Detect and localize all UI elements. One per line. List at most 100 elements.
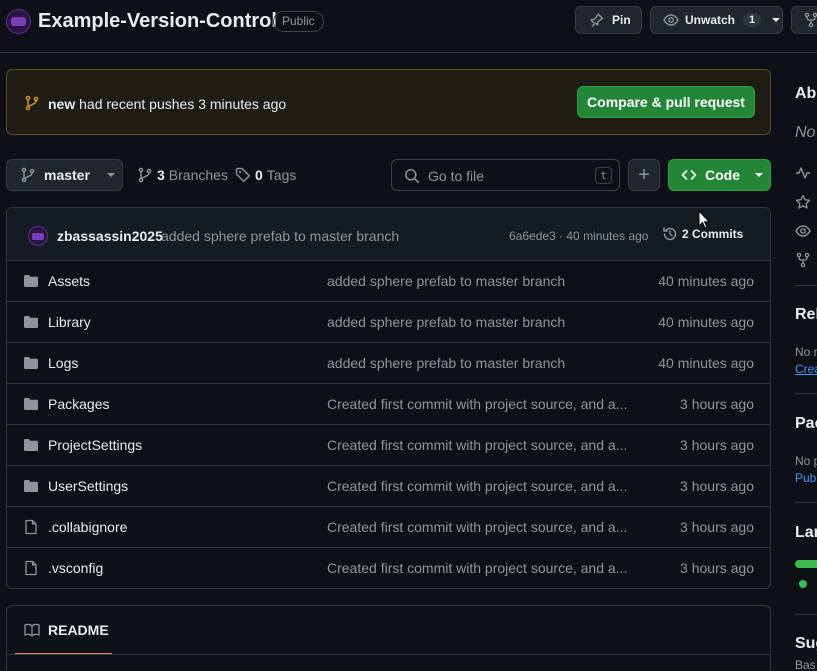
unwatch-button[interactable]: Unwatch 1 xyxy=(650,6,783,34)
file-row[interactable]: Assets added sphere prefab to master bran… xyxy=(7,260,770,301)
branch-icon xyxy=(20,167,36,183)
chevron-down-icon xyxy=(771,15,781,25)
file-icon xyxy=(23,560,39,576)
file-name[interactable]: ProjectSettings xyxy=(48,437,142,453)
recent-push-banner: new had recent pushes 3 minutes ago Comp… xyxy=(6,69,771,135)
publish-package-link[interactable]: Publ xyxy=(795,471,817,485)
file-name[interactable]: Library xyxy=(48,314,91,330)
code-label: Code xyxy=(705,167,740,183)
file-name[interactable]: Assets xyxy=(48,273,90,289)
readme-panel: README xyxy=(6,605,771,671)
tags-count: 0 xyxy=(255,167,263,183)
readme-tab[interactable]: README xyxy=(15,606,112,655)
folder-icon xyxy=(23,273,39,289)
tags-label: Tags xyxy=(266,167,297,183)
search-icon xyxy=(404,168,420,184)
sidebar-divider xyxy=(795,502,817,503)
branch-name: master xyxy=(44,167,90,183)
eye-icon[interactable] xyxy=(795,223,811,239)
file-commit-message[interactable]: Created first commit with project source… xyxy=(327,437,632,453)
file-row[interactable]: .collabignore Created first commit with p… xyxy=(7,506,770,547)
file-commit-message[interactable]: Created first commit with project source… xyxy=(327,478,632,494)
file-commit-time: 40 minutes ago xyxy=(658,273,754,289)
activity-icon[interactable] xyxy=(795,165,811,181)
book-icon xyxy=(24,622,40,638)
file-name[interactable]: Logs xyxy=(48,355,78,371)
file-commit-message[interactable]: added sphere prefab to master branch xyxy=(327,273,632,289)
mouse-cursor-icon xyxy=(698,210,710,229)
file-commit-time: 3 hours ago xyxy=(680,478,754,494)
watch-count: 1 xyxy=(743,13,762,27)
file-name[interactable]: .vsconfig xyxy=(48,560,103,576)
commit-author[interactable]: zbassassin2025 xyxy=(57,228,163,244)
folder-icon xyxy=(23,355,39,371)
tag-icon xyxy=(235,167,251,183)
releases-text: No r xyxy=(795,345,817,359)
file-commit-message[interactable]: Created first commit with project source… xyxy=(327,396,632,412)
banner-text: new had recent pushes 3 minutes ago xyxy=(48,96,286,112)
branch-icon xyxy=(24,95,40,111)
file-commit-time: 3 hours ago xyxy=(680,437,754,453)
sidebar-divider xyxy=(795,285,817,286)
suggested-heading: Sug xyxy=(795,635,817,652)
repo-name[interactable]: Example-Version-Control xyxy=(38,10,277,33)
tags-link[interactable]: 0 Tags xyxy=(235,167,296,183)
commits-count-label: 2 Commits xyxy=(682,227,744,241)
pin-icon xyxy=(588,12,604,28)
sidebar-divider xyxy=(795,393,817,394)
folder-icon xyxy=(23,314,39,330)
file-commit-message[interactable]: Created first commit with project source… xyxy=(327,560,632,576)
fork-button[interactable] xyxy=(791,6,817,34)
banner-branch[interactable]: new xyxy=(48,96,75,112)
fork-icon[interactable] xyxy=(795,252,811,268)
file-icon xyxy=(23,519,39,535)
file-row[interactable]: Packages Created first commit with projec… xyxy=(7,383,770,424)
star-icon[interactable] xyxy=(795,194,811,210)
eye-icon xyxy=(663,12,679,28)
latest-commit-bar: zbassassin2025 added sphere prefab to ma… xyxy=(7,208,770,261)
author-avatar[interactable] xyxy=(28,226,48,246)
file-row[interactable]: UserSettings Created first commit with pr… xyxy=(7,465,770,506)
add-file-button[interactable]: + xyxy=(628,159,660,191)
sidebar-divider xyxy=(795,614,817,615)
visibility-badge: Public xyxy=(273,11,324,32)
commit-message[interactable]: added sphere prefab to master branch xyxy=(161,228,399,244)
code-button[interactable]: Code xyxy=(668,159,771,191)
history-icon xyxy=(662,226,678,242)
folder-icon xyxy=(23,478,39,494)
file-row[interactable]: Library added sphere prefab to master bra… xyxy=(7,301,770,342)
file-name[interactable]: UserSettings xyxy=(48,478,128,494)
branches-link[interactable]: 3 Branches xyxy=(137,167,228,183)
pin-button[interactable]: Pin xyxy=(575,6,642,34)
owner-avatar[interactable] xyxy=(6,9,31,34)
file-row[interactable]: .vsconfig Created first commit with proje… xyxy=(7,547,770,588)
file-commit-message[interactable]: Created first commit with project source… xyxy=(327,519,632,535)
packages-heading[interactable]: Pac xyxy=(795,415,817,433)
branch-selector[interactable]: master xyxy=(6,159,123,191)
releases-heading[interactable]: Rel xyxy=(795,306,817,324)
file-commit-message[interactable]: added sphere prefab to master branch xyxy=(327,355,632,371)
file-commit-time: 3 hours ago xyxy=(680,519,754,535)
languages-heading: Lan xyxy=(795,524,817,541)
fork-icon xyxy=(803,12,817,28)
repo-header: Example-Version-Control Public Pin Unwat… xyxy=(0,0,817,53)
file-commit-message[interactable]: added sphere prefab to master branch xyxy=(327,314,632,330)
about-heading: Abo xyxy=(795,85,817,102)
file-name[interactable]: .collabignore xyxy=(48,519,127,535)
create-release-link[interactable]: Crea xyxy=(795,362,817,376)
go-to-file-input[interactable]: Go to file t xyxy=(391,159,620,191)
search-shortcut-key: t xyxy=(595,167,612,184)
branches-count: 3 xyxy=(157,167,165,183)
compare-pull-request-button[interactable]: Compare & pull request xyxy=(577,86,755,118)
folder-icon xyxy=(23,396,39,412)
branches-label: Branches xyxy=(168,167,228,183)
banner-message: had recent pushes 3 minutes ago xyxy=(79,96,287,112)
file-name[interactable]: Packages xyxy=(48,396,109,412)
file-row[interactable]: Logs added sphere prefab to master branch… xyxy=(7,342,770,383)
packages-text: No p xyxy=(795,454,817,468)
file-row[interactable]: ProjectSettings Created first commit with… xyxy=(7,424,770,465)
language-bar xyxy=(795,560,817,568)
pin-label: Pin xyxy=(612,13,631,27)
sidebar: Abo No Rel No r Crea Pac No p Publ Lan S… xyxy=(787,53,817,671)
commit-meta[interactable]: 6a6ede3 · 40 minutes ago xyxy=(509,229,648,243)
